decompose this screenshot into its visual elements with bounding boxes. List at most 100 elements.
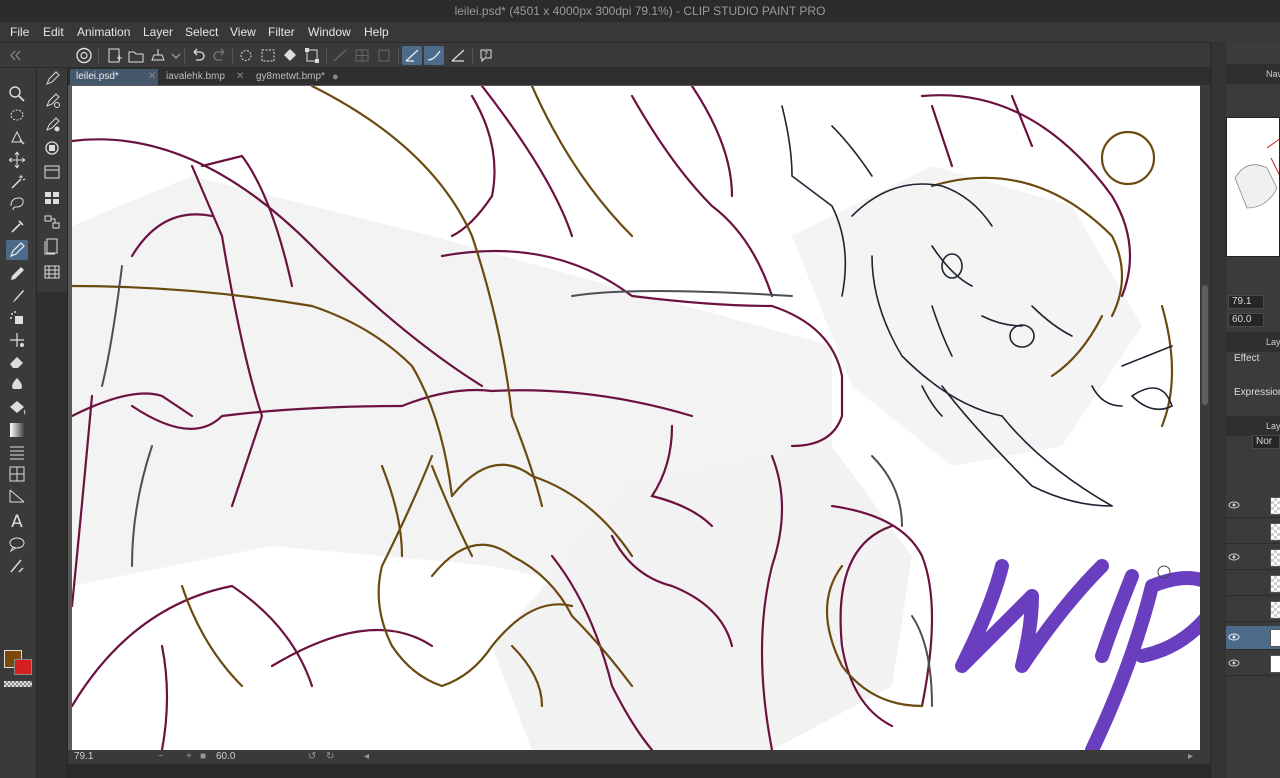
zoom-in-icon[interactable]: + bbox=[186, 751, 192, 762]
navigator-header[interactable]: Nav bbox=[1226, 64, 1280, 84]
magic-wand-icon[interactable] bbox=[6, 172, 28, 192]
navigator-preview[interactable] bbox=[1226, 117, 1280, 257]
crop-icon[interactable] bbox=[374, 46, 394, 65]
clear-icon[interactable] bbox=[236, 46, 256, 65]
rotate-reset-icon[interactable]: ↻ bbox=[326, 751, 334, 762]
layer-row[interactable] bbox=[1226, 598, 1280, 622]
transparent-color-swatch[interactable] bbox=[4, 681, 32, 687]
zoom-icon[interactable] bbox=[6, 84, 28, 104]
layer-row-selected[interactable] bbox=[1226, 626, 1280, 650]
layer-header[interactable]: Lay bbox=[1226, 416, 1280, 436]
menu-animation[interactable]: Animation bbox=[77, 25, 130, 39]
material-icon[interactable] bbox=[41, 188, 63, 208]
scroll-right-icon[interactable]: ▸ bbox=[1188, 751, 1193, 762]
snap-ruler-icon[interactable] bbox=[448, 46, 468, 65]
lasso-select-icon[interactable] bbox=[6, 106, 28, 126]
eraser-icon[interactable] bbox=[6, 352, 28, 372]
canvas-area[interactable] bbox=[68, 85, 1210, 750]
eyedropper-icon[interactable] bbox=[6, 216, 28, 236]
clip-studio-icon[interactable] bbox=[74, 46, 94, 65]
menu-edit[interactable]: Edit bbox=[43, 25, 64, 39]
window-title: leilei.psd* (4501 x 4000px 300dpi 79.1%)… bbox=[454, 4, 826, 18]
ruler-icon[interactable] bbox=[330, 46, 350, 65]
page-icon[interactable] bbox=[41, 236, 63, 256]
navigator-zoom-field[interactable]: 79.1 bbox=[1228, 295, 1264, 309]
help-icon[interactable]: ? bbox=[476, 46, 496, 65]
pencil-icon[interactable] bbox=[6, 264, 28, 284]
scrollbar-thumb[interactable] bbox=[1202, 285, 1208, 405]
paper-layer-row[interactable] bbox=[1226, 652, 1280, 676]
lasso-icon[interactable] bbox=[6, 194, 28, 214]
close-icon[interactable]: ✕ bbox=[236, 71, 244, 82]
balloon-icon[interactable] bbox=[6, 534, 28, 554]
decoration-icon[interactable] bbox=[6, 330, 28, 350]
pen-subtool-icon[interactable] bbox=[41, 68, 63, 88]
ruler-tool-icon[interactable] bbox=[6, 486, 28, 506]
menu-bar: File Edit Animation Layer Select View Fi… bbox=[0, 22, 1280, 42]
scroll-left-icon[interactable]: ◂ bbox=[364, 751, 369, 762]
layer-label: Lay bbox=[1266, 421, 1280, 431]
undo-icon[interactable] bbox=[188, 46, 208, 65]
timeline-icon[interactable] bbox=[41, 262, 63, 282]
layer-stack-icon[interactable] bbox=[41, 138, 63, 158]
correct-line-icon[interactable] bbox=[6, 556, 28, 576]
sub-color-swatch[interactable] bbox=[14, 659, 32, 675]
menu-help[interactable]: Help bbox=[364, 25, 389, 39]
rotate-left-icon[interactable]: ↺ bbox=[308, 751, 316, 762]
zoom-reset-icon[interactable]: ■ bbox=[200, 751, 206, 762]
canvas-vertical-scrollbar[interactable] bbox=[1200, 85, 1210, 750]
eye-icon bbox=[1228, 633, 1240, 641]
fill-bucket-icon[interactable] bbox=[6, 398, 28, 418]
effect-label: Effect bbox=[1234, 353, 1260, 364]
zoom-out-icon[interactable]: − bbox=[158, 751, 164, 762]
component-icon[interactable] bbox=[41, 212, 63, 232]
redo-icon[interactable] bbox=[210, 46, 230, 65]
lineart-drawing[interactable] bbox=[72, 86, 1200, 750]
blend-icon[interactable] bbox=[6, 374, 28, 394]
snap-grid-icon[interactable] bbox=[424, 46, 444, 65]
open-file-icon[interactable] bbox=[126, 46, 146, 65]
airbrush-icon[interactable] bbox=[6, 308, 28, 328]
layer-property-header[interactable]: Lay bbox=[1226, 332, 1280, 352]
text-tool-icon[interactable]: A bbox=[6, 510, 28, 532]
gradient-icon[interactable] bbox=[6, 420, 28, 440]
menu-view[interactable]: View bbox=[230, 25, 256, 39]
transform-icon[interactable] bbox=[302, 46, 322, 65]
close-icon[interactable]: ✕ bbox=[148, 71, 156, 82]
menu-filter[interactable]: Filter bbox=[268, 25, 295, 39]
pen-tool-icon[interactable] bbox=[6, 240, 28, 260]
layer-row[interactable] bbox=[1226, 520, 1280, 544]
new-file-icon[interactable] bbox=[104, 46, 124, 65]
clear-outside-icon[interactable] bbox=[258, 46, 278, 65]
menu-file[interactable]: File bbox=[10, 25, 29, 39]
menu-window[interactable]: Window bbox=[308, 25, 351, 39]
layer-row[interactable] bbox=[1226, 546, 1280, 570]
layer-panel-icon[interactable] bbox=[41, 162, 63, 182]
frame-border-icon[interactable] bbox=[6, 464, 28, 484]
zoom-readout[interactable]: 79.1 bbox=[74, 751, 93, 762]
angle-readout[interactable]: 60.0 bbox=[216, 751, 235, 762]
g-pen-subtool-icon[interactable] bbox=[41, 114, 63, 134]
fill-icon[interactable] bbox=[280, 46, 300, 65]
move-icon[interactable] bbox=[6, 150, 28, 170]
marker-subtool-icon[interactable] bbox=[41, 90, 63, 110]
canvas[interactable] bbox=[72, 86, 1200, 750]
tab-gy8metwt[interactable]: gy8metwt.bmp* ● bbox=[250, 69, 342, 85]
unsaved-dot-icon[interactable]: ● bbox=[332, 71, 339, 83]
blend-mode-select[interactable]: Nor bbox=[1252, 435, 1280, 449]
brush-icon[interactable] bbox=[6, 286, 28, 306]
snap-special-ruler-icon[interactable] bbox=[402, 46, 422, 65]
menu-select[interactable]: Select bbox=[185, 25, 218, 39]
auto-select-icon[interactable] bbox=[6, 128, 28, 148]
layer-row[interactable] bbox=[1226, 494, 1280, 518]
grid-icon[interactable] bbox=[352, 46, 372, 65]
tab-leilei[interactable]: leilei.psd* ✕ bbox=[70, 69, 158, 85]
tab-iavalehk[interactable]: iavalehk.bmp ✕ bbox=[160, 69, 246, 85]
layer-row[interactable] bbox=[1226, 572, 1280, 596]
chevron-down-icon[interactable] bbox=[166, 46, 186, 65]
collapse-left-icon[interactable] bbox=[6, 46, 26, 65]
navigator-angle-field[interactable]: 60.0 bbox=[1228, 313, 1264, 327]
menu-layer[interactable]: Layer bbox=[143, 25, 173, 39]
save-icon[interactable] bbox=[148, 46, 168, 65]
contour-line-icon[interactable] bbox=[6, 442, 28, 462]
